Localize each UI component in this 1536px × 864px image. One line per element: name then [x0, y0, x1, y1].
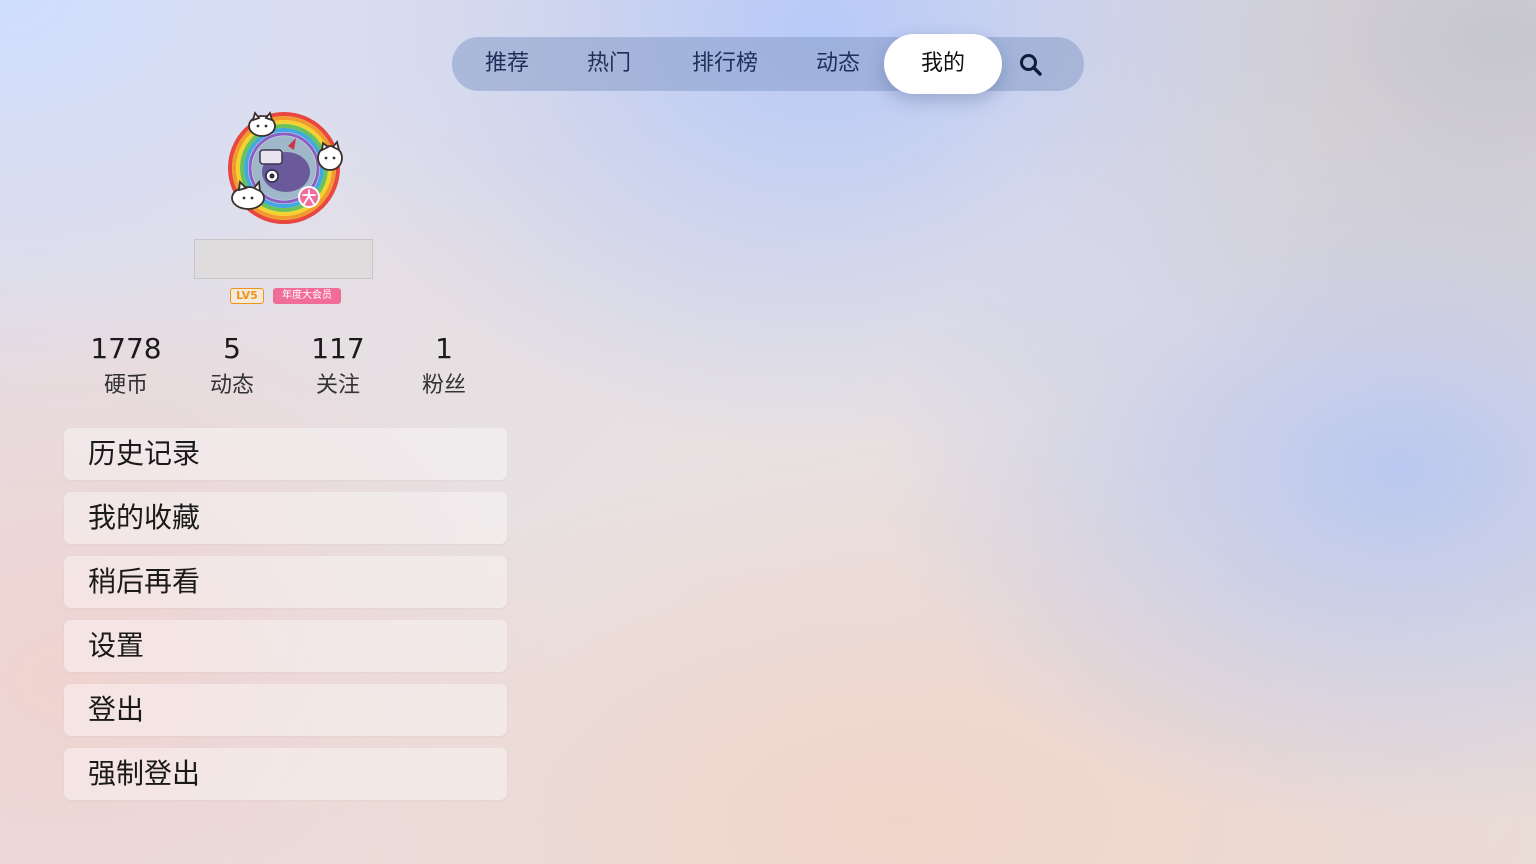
- menu-item-label: 稍后再看: [88, 565, 201, 598]
- top-nav-bar: 推荐 热门 排行榜 动态 我的: [452, 34, 1084, 94]
- stat-coins[interactable]: 1778 硬币: [76, 330, 176, 404]
- vip-badge: 年度大会员: [273, 288, 341, 304]
- menu-item-watch-later[interactable]: 稍后再看: [64, 556, 507, 608]
- stat-value: 5: [223, 332, 241, 365]
- stat-dynamics[interactable]: 5 动态: [182, 330, 282, 404]
- stat-label: 关注: [315, 373, 360, 398]
- menu-item-history[interactable]: 历史记录: [64, 428, 507, 480]
- menu-item-label: 设置: [88, 629, 145, 662]
- stat-label: 动态: [209, 373, 254, 398]
- tab-recommend[interactable]: 推荐: [466, 37, 548, 91]
- stat-following[interactable]: 117 关注: [288, 330, 388, 404]
- menu-item-label: 历史记录: [88, 437, 201, 470]
- search-icon[interactable]: [1018, 52, 1044, 78]
- level-badge: LV5: [230, 288, 264, 304]
- menu-item-label: 强制登出: [88, 757, 201, 790]
- menu-item-force-logout[interactable]: 强制登出: [64, 748, 507, 800]
- menu-item-label: 我的收藏: [88, 501, 201, 534]
- menu-item-label: 登出: [88, 693, 145, 726]
- menu-item-logout[interactable]: 登出: [64, 684, 507, 736]
- menu-item-favorites[interactable]: 我的收藏: [64, 492, 507, 544]
- stat-value: 1: [435, 332, 453, 365]
- stat-value: 117: [311, 332, 365, 365]
- stat-label: 粉丝: [421, 373, 466, 398]
- avatar[interactable]: [222, 110, 346, 226]
- stat-followers[interactable]: 1 粉丝: [394, 330, 494, 404]
- tab-ranking[interactable]: 排行榜: [670, 37, 780, 91]
- menu-item-settings[interactable]: 设置: [64, 620, 507, 672]
- tab-dynamic[interactable]: 动态: [797, 37, 879, 91]
- tab-mine[interactable]: 我的: [884, 34, 1002, 94]
- username-placeholder: [194, 239, 373, 279]
- stat-label: 硬币: [103, 373, 148, 398]
- stat-value: 1778: [90, 332, 162, 365]
- tab-hot[interactable]: 热门: [568, 37, 650, 91]
